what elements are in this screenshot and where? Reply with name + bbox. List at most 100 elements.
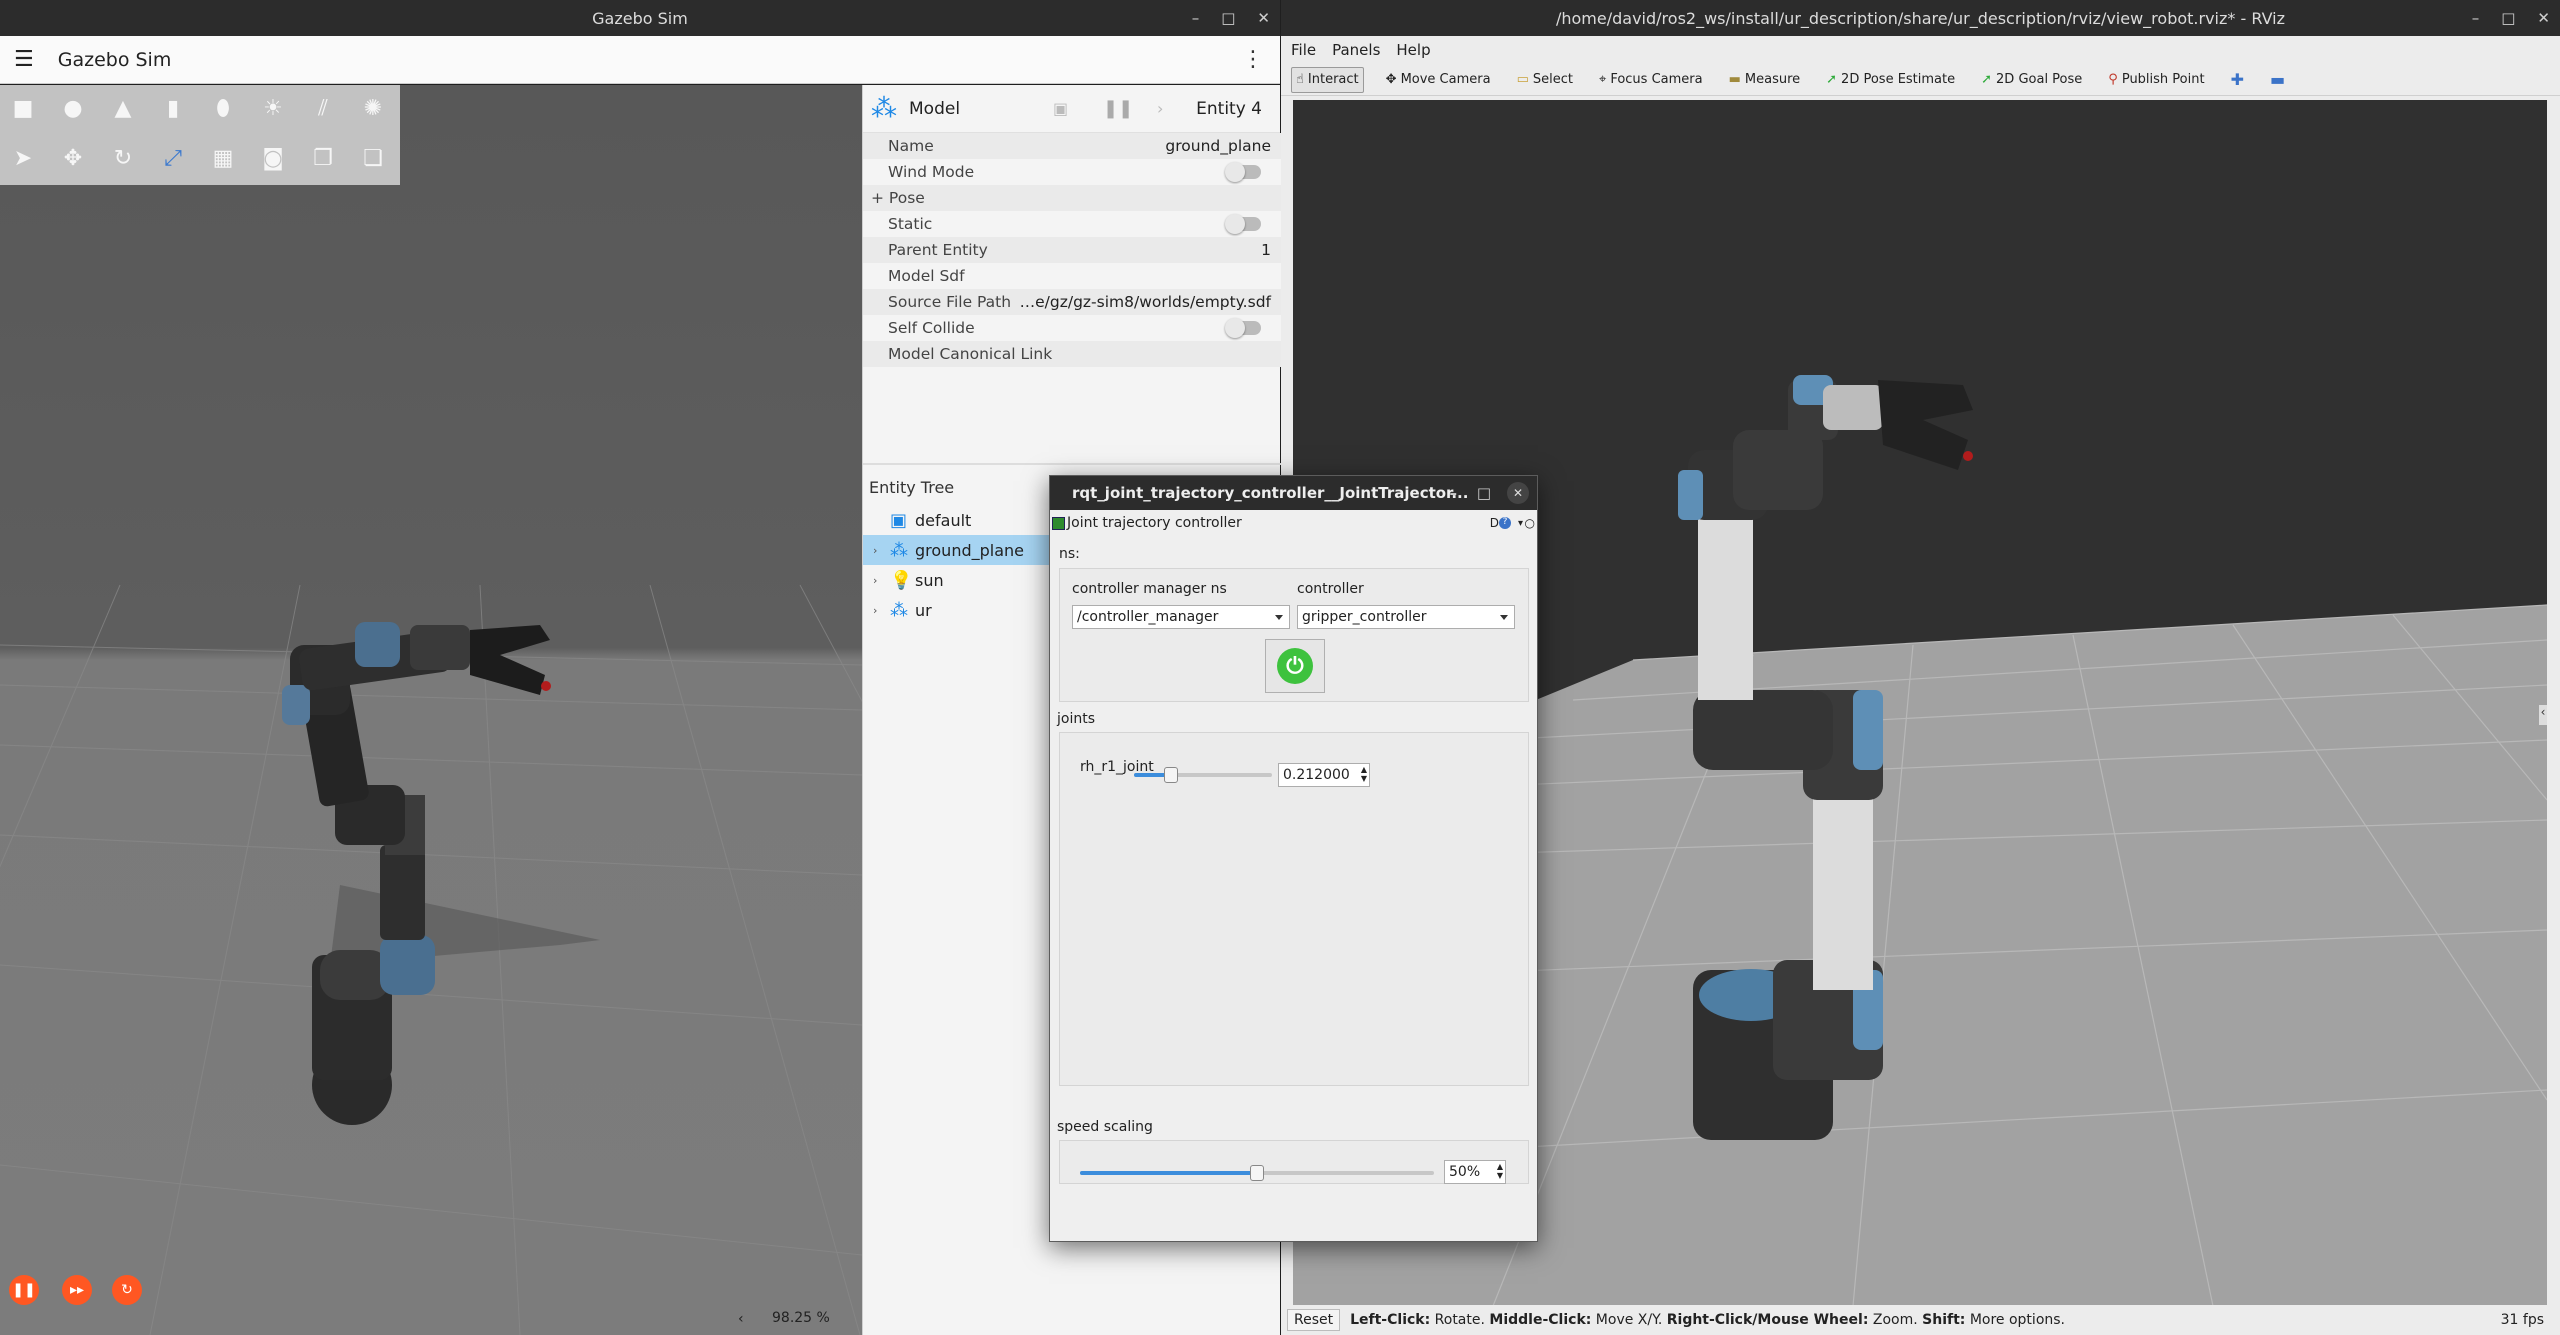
component-toggle[interactable] bbox=[1225, 318, 1261, 338]
controller-combo[interactable]: gripper_controller bbox=[1297, 605, 1515, 629]
copy-icon[interactable]: ❐ bbox=[310, 145, 336, 171]
real-time-factor: 98.25 % bbox=[772, 1310, 830, 1326]
capsule-shape-icon[interactable]: ⬮ bbox=[210, 95, 236, 121]
rviz-statusbar: Reset Left-Click: Rotate. Middle-Click: … bbox=[1281, 1305, 2560, 1335]
speed-slider[interactable] bbox=[1080, 1165, 1434, 1181]
joint-slider[interactable] bbox=[1134, 767, 1272, 783]
spin-arrows-icon[interactable]: ▲ ▼ bbox=[1497, 1162, 1503, 1180]
component-key: Model Sdf bbox=[888, 267, 965, 285]
pause-button[interactable]: ❚❚ bbox=[9, 1275, 39, 1305]
dock-button[interactable]: D bbox=[1490, 516, 1499, 530]
grid-snap-icon[interactable]: ▦ bbox=[210, 145, 236, 171]
tool-select[interactable]: ▭ Select bbox=[1513, 67, 1577, 93]
menu-file[interactable]: File bbox=[1291, 41, 1316, 59]
controller-manager-value: /controller_manager bbox=[1077, 609, 1219, 625]
hand-icon: ☝ bbox=[1296, 72, 1304, 87]
world-icon: ▣ bbox=[890, 509, 908, 531]
spin-arrows-icon[interactable]: ▲ ▼ bbox=[1361, 765, 1367, 783]
rotate-icon[interactable]: ↻ bbox=[110, 145, 136, 171]
model-icon: ⁂ bbox=[890, 539, 908, 561]
tool-measure[interactable]: ▬ Measure bbox=[1725, 67, 1805, 93]
box-shape-icon[interactable]: ■ bbox=[10, 95, 36, 121]
enable-controller-button[interactable]: ⏻ bbox=[1265, 639, 1325, 693]
close-button[interactable]: ✕ bbox=[1507, 482, 1529, 504]
joint-slider-handle[interactable] bbox=[1164, 767, 1179, 783]
expand-arrow-icon[interactable]: › bbox=[873, 604, 877, 617]
tool-2d-goal-pose-label: 2D Goal Pose bbox=[1996, 72, 2083, 87]
lock-icon[interactable]: ▣ bbox=[1053, 99, 1068, 118]
rviz-toolbar: ☝ Interact ✥ Move Camera ▭ Select ⌖ Focus Ca… bbox=[1281, 64, 2560, 96]
component-toggle[interactable] bbox=[1225, 162, 1261, 182]
component-key[interactable]: + Pose bbox=[871, 189, 925, 207]
tree-item-label: default bbox=[915, 510, 972, 530]
gazebo-3d-viewport[interactable]: ■ ● ▲ ▮ ⬮ ☀ ⫽ ✺ ➤ ✥ ↻ ⤢ ▦ ◙ ❐ ❏ ❚❚ ▸▸ ↻ … bbox=[0, 85, 862, 1335]
map-pin-icon: ⚲ bbox=[2108, 72, 2118, 87]
component-row: Model Sdf bbox=[863, 263, 1281, 289]
menu-panels[interactable]: Panels bbox=[1332, 41, 1380, 59]
reset-button[interactable]: Reset bbox=[1287, 1309, 1341, 1331]
remove-tool-button[interactable]: ▬ bbox=[2266, 67, 2289, 93]
expand-arrow-icon[interactable]: › bbox=[873, 574, 877, 587]
maximize-button[interactable]: □ bbox=[1477, 484, 1491, 502]
screenshot-camera-icon[interactable]: ◙ bbox=[260, 145, 286, 171]
add-tool-button[interactable]: ✚ bbox=[2227, 67, 2248, 93]
component-value: 1 bbox=[1261, 241, 1271, 259]
transform-control-icon[interactable]: ⤢ bbox=[160, 145, 186, 171]
collapse-panel-arrow-icon[interactable]: ‹ bbox=[2539, 705, 2547, 725]
joint-value-spinbox[interactable]: 0.212000 ▲ ▼ bbox=[1278, 763, 1370, 787]
select-arrow-icon[interactable]: ➤ bbox=[10, 145, 36, 171]
green-arrow-icon: ➚ bbox=[1826, 72, 1838, 87]
step-forward-button[interactable]: ▸▸ bbox=[62, 1275, 92, 1305]
maximize-button[interactable]: □ bbox=[2501, 9, 2515, 27]
speed-value-spinbox[interactable]: 50% ▲ ▼ bbox=[1444, 1160, 1506, 1184]
help-icon[interactable]: ? bbox=[1499, 517, 1511, 529]
tool-2d-goal-pose[interactable]: ➚ 2D Goal Pose bbox=[1977, 67, 2086, 93]
controller-manager-label: controller manager ns bbox=[1072, 581, 1227, 597]
translate-icon[interactable]: ✥ bbox=[60, 145, 86, 171]
directional-light-icon[interactable]: ⫽ bbox=[310, 95, 336, 121]
power-icon: ⏻ bbox=[1277, 648, 1313, 684]
component-key: Parent Entity bbox=[888, 241, 988, 259]
close-button[interactable]: ✕ bbox=[1257, 9, 1270, 27]
spot-light-icon[interactable]: ✺ bbox=[360, 95, 386, 121]
component-row: Source File Path …e/gz/gz-sim8/worlds/emp… bbox=[863, 289, 1281, 315]
maximize-button[interactable]: □ bbox=[1221, 9, 1235, 27]
minimize-button[interactable]: – bbox=[1450, 484, 1458, 502]
close-button[interactable]: ✕ bbox=[2537, 9, 2550, 27]
reset-simulation-button[interactable]: ↻ bbox=[112, 1275, 142, 1305]
tool-interact[interactable]: ☝ Interact bbox=[1291, 66, 1364, 93]
close-plugin-icon[interactable]: ○ bbox=[1525, 516, 1535, 530]
sphere-shape-icon[interactable]: ● bbox=[60, 95, 86, 121]
expand-arrow-icon[interactable]: › bbox=[873, 544, 877, 557]
sun-light-icon[interactable]: ☀ bbox=[260, 95, 286, 121]
step-icon[interactable]: › bbox=[1157, 99, 1163, 118]
app-title: Gazebo Sim bbox=[57, 48, 172, 71]
light-icon: 💡 bbox=[890, 569, 913, 591]
component-row: Model Canonical Link bbox=[863, 341, 1281, 367]
component-value: ground_plane bbox=[1165, 137, 1271, 155]
component-toggle[interactable] bbox=[1225, 214, 1261, 234]
collapse-arrow-icon[interactable]: ‹ bbox=[738, 1311, 744, 1327]
ruler-icon: ▬ bbox=[1728, 72, 1741, 87]
paste-icon[interactable]: ❏ bbox=[360, 145, 386, 171]
speed-slider-handle[interactable] bbox=[1250, 1165, 1264, 1181]
controller-label: controller bbox=[1297, 581, 1364, 597]
menu-help[interactable]: Help bbox=[1396, 41, 1430, 59]
pause-updates-icon[interactable]: ❚❚ bbox=[1103, 98, 1133, 119]
tool-publish-point[interactable]: ⚲ Publish Point bbox=[2104, 67, 2208, 93]
rviz-window-title: /home/david/ros2_ws/install/ur_descripti… bbox=[1555, 8, 2286, 28]
joint-value: 0.212000 bbox=[1283, 767, 1350, 783]
minimize-button[interactable]: – bbox=[1192, 9, 1200, 27]
hamburger-menu-icon[interactable]: ☰ bbox=[14, 47, 34, 72]
tool-move-camera[interactable]: ✥ Move Camera bbox=[1382, 67, 1495, 93]
plus-icon: ✚ bbox=[2230, 70, 2244, 89]
controller-manager-combo[interactable]: /controller_manager bbox=[1072, 605, 1290, 629]
component-type: Model bbox=[909, 98, 961, 119]
tool-2d-pose-estimate[interactable]: ➚ 2D Pose Estimate bbox=[1822, 67, 1959, 93]
cone-shape-icon[interactable]: ▲ bbox=[110, 95, 136, 121]
options-icon[interactable]: ▾ bbox=[1518, 518, 1523, 529]
cylinder-shape-icon[interactable]: ▮ bbox=[160, 95, 186, 121]
more-options-icon[interactable]: ⋮ bbox=[1242, 47, 1264, 72]
minimize-button[interactable]: – bbox=[2472, 9, 2480, 27]
tool-focus-camera[interactable]: ⌖ Focus Camera bbox=[1595, 67, 1707, 93]
